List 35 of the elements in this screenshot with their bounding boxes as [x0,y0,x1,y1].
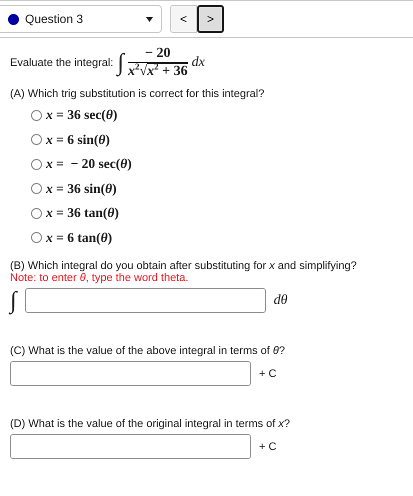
question-select[interactable]: Question 3 [0,5,162,33]
option-label[interactable]: x = 36 sin(θ) [46,180,117,197]
previous-button[interactable]: < [170,5,197,33]
prompt-label: Evaluate the integral: [10,57,114,69]
note-text: Note: to enter θ, type the word theta. [10,272,190,284]
question-c: (C) What is the value of the above integral in terms of θ? [10,345,286,357]
constant-label: + C [259,368,276,380]
option-label[interactable]: x = − 20 sec(θ) [46,156,132,172]
question-b: (B) Which integral do you obtain after substituting for x and simplifying? [10,260,358,272]
numerator: − 20 [145,46,171,62]
radio-button[interactable] [31,232,42,244]
answer-field[interactable] [10,434,251,459]
radio-button[interactable] [31,183,42,194]
option-label[interactable]: x = 36 sec(θ) [46,107,118,124]
radio-button[interactable] [31,208,42,219]
differential: dθ [274,292,288,308]
radio-button[interactable] [31,134,42,146]
answer-field[interactable] [10,361,251,386]
integral-sign: ∫ [10,288,17,312]
next-button[interactable]: > [197,5,224,33]
differential: dx [192,55,205,71]
option-label[interactable]: x = 6 sin(θ) [46,132,110,148]
question-a: (A) Which trig substitution is correct for this integral? [10,88,266,100]
question-select-value: Question 3 [25,12,84,26]
radio-button[interactable] [31,110,42,121]
radical-sign: √ [139,64,148,80]
option-label[interactable]: x = 6 tan(θ) [46,230,112,246]
answer-field[interactable] [24,288,266,313]
constant-label: + C [259,440,276,452]
denominator-factor: x$^{2}$ [128,64,140,80]
question-d: (D) What is the value of the original integral in terms of x? [10,418,292,430]
radio-button[interactable] [31,158,42,170]
caret-icon [146,16,153,22]
option-label[interactable]: x = 36 tan(θ) [46,205,119,222]
integral-sign: ∫ [117,51,124,75]
